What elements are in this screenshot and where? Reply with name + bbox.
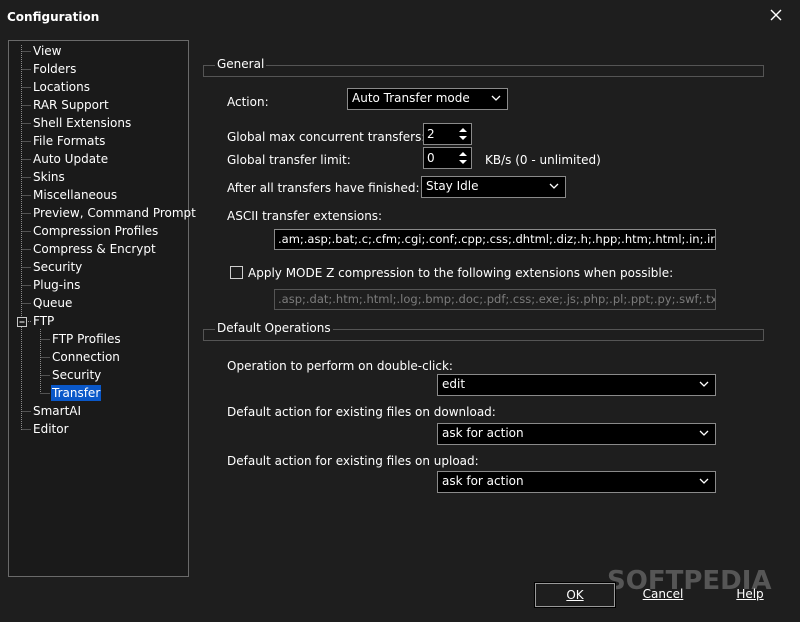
- tree-item-transfer[interactable]: Transfer: [51, 385, 102, 401]
- general-group-divider: [203, 65, 764, 77]
- max-concurrent-spinner[interactable]: 2: [423, 123, 472, 145]
- action-select-value: Auto Transfer mode: [352, 91, 470, 105]
- action-label: Action:: [227, 95, 269, 109]
- modez-label[interactable]: Apply MODE Z compression to the followin…: [248, 266, 673, 280]
- transfer-limit-label: Global transfer limit:: [227, 153, 351, 167]
- close-icon[interactable]: [767, 6, 785, 24]
- spinner-arrows-icon[interactable]: [456, 149, 470, 167]
- dblclick-label: Operation to perform on double-click:: [227, 359, 453, 373]
- tree-item-view[interactable]: View: [32, 43, 62, 59]
- tree-item-connection[interactable]: Connection: [51, 349, 121, 365]
- chevron-down-icon: [699, 430, 709, 436]
- tree-item-folders[interactable]: Folders: [32, 61, 77, 77]
- modez-extensions-input: .asp;.dat;.htm;.html;.log;.bmp;.doc;.pdf…: [274, 289, 716, 310]
- tree-item-auto-update[interactable]: Auto Update: [32, 151, 109, 167]
- chevron-down-icon: [699, 478, 709, 484]
- tree-item-plug-ins[interactable]: Plug-ins: [32, 277, 81, 293]
- ok-button[interactable]: OK: [534, 582, 616, 608]
- spinner-arrows-icon[interactable]: [456, 125, 470, 143]
- modez-extensions-value: .asp;.dat;.htm;.html;.log;.bmp;.doc;.pdf…: [278, 292, 715, 306]
- tree-item-file-formats[interactable]: File Formats: [32, 133, 106, 149]
- action-select[interactable]: Auto Transfer mode: [347, 88, 508, 110]
- title-bar: Configuration: [0, 0, 800, 34]
- tree-item-miscellaneous[interactable]: Miscellaneous: [32, 187, 118, 203]
- chevron-down-icon: [699, 381, 709, 387]
- chevron-down-icon: [491, 95, 501, 101]
- max-concurrent-label: Global max concurrent transfers:: [227, 130, 426, 144]
- tree-item-security[interactable]: Security: [32, 259, 83, 275]
- after-transfers-value: Stay Idle: [426, 179, 479, 193]
- upload-action-value: ask for action: [442, 474, 524, 488]
- dblclick-value: edit: [442, 377, 466, 391]
- tree-item-queue[interactable]: Queue: [32, 295, 73, 311]
- upload-action-label: Default action for existing files on upl…: [227, 454, 479, 468]
- settings-tree[interactable]: View Folders Locations RAR Support Shell…: [8, 40, 196, 577]
- tree-item-smartai[interactable]: SmartAI: [32, 403, 82, 419]
- download-action-select[interactable]: ask for action: [437, 423, 716, 445]
- upload-action-select[interactable]: ask for action: [437, 471, 716, 493]
- collapse-icon: [17, 317, 27, 327]
- tree-item-compression-profiles[interactable]: Compression Profiles: [32, 223, 159, 239]
- general-heading: General: [215, 57, 267, 71]
- dblclick-select[interactable]: edit: [437, 374, 716, 396]
- tree-item-preview-command-prompt[interactable]: Preview, Command Prompt: [32, 205, 197, 221]
- tree-item-locations[interactable]: Locations: [32, 79, 91, 95]
- tree-item-editor[interactable]: Editor: [32, 421, 70, 437]
- tree-item-ftp-profiles[interactable]: FTP Profiles: [51, 331, 122, 347]
- ascii-extensions-input[interactable]: .am;.asp;.bat;.c;.cfm;.cgi;.conf;.cpp;.c…: [274, 229, 716, 250]
- chevron-down-icon: [549, 183, 559, 189]
- tree-item-compress-encrypt[interactable]: Compress & Encrypt: [32, 241, 157, 257]
- help-button[interactable]: Help: [710, 583, 790, 607]
- after-transfers-label: After all transfers have finished:: [227, 181, 420, 195]
- transfer-limit-value: 0: [427, 151, 435, 165]
- cancel-button[interactable]: Cancel: [623, 583, 703, 607]
- ascii-extensions-label: ASCII transfer extensions:: [227, 209, 383, 223]
- transfer-limit-spinner[interactable]: 0: [423, 147, 472, 169]
- download-action-label: Default action for existing files on dow…: [227, 405, 496, 419]
- ascii-extensions-value: .am;.asp;.bat;.c;.cfm;.cgi;.conf;.cpp;.c…: [278, 232, 715, 246]
- cancel-button-label: Cancel: [642, 587, 684, 601]
- window-title: Configuration: [7, 10, 100, 24]
- download-action-value: ask for action: [442, 426, 524, 440]
- default-operations-heading: Default Operations: [215, 321, 333, 335]
- after-transfers-select[interactable]: Stay Idle: [421, 176, 566, 198]
- tree-item-skins[interactable]: Skins: [32, 169, 66, 185]
- tree-item-shell-extensions[interactable]: Shell Extensions: [32, 115, 132, 131]
- tree-item-ftp[interactable]: FTP: [32, 313, 55, 329]
- transfer-limit-unit: KB/s (0 - unlimited): [485, 153, 601, 167]
- tree-item-ftp-security[interactable]: Security: [51, 367, 102, 383]
- max-concurrent-value: 2: [427, 127, 435, 141]
- tree-item-rar-support[interactable]: RAR Support: [32, 97, 110, 113]
- help-button-label: Help: [736, 587, 764, 601]
- ok-button-label: OK: [566, 588, 584, 602]
- modez-checkbox[interactable]: [230, 266, 243, 279]
